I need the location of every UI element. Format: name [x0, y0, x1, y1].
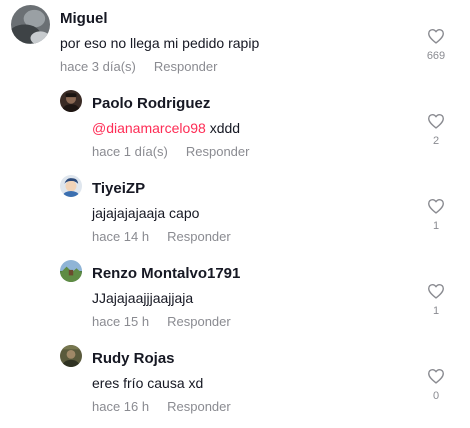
like-button[interactable]: 1: [416, 198, 456, 232]
comment-username[interactable]: Miguel: [60, 10, 108, 27]
comment-body: xddd: [205, 120, 241, 136]
heart-outline-icon: [428, 28, 444, 44]
comment-meta: hace 3 día(s) Responder: [60, 59, 217, 74]
heart-outline-icon: [428, 198, 444, 214]
like-count: 1: [432, 220, 440, 232]
reply-button[interactable]: Responder: [186, 144, 250, 159]
reply-button[interactable]: Responder: [154, 59, 218, 74]
avatar[interactable]: [60, 175, 82, 197]
comment-body: jajajajajaaja capo: [92, 205, 200, 221]
gray-profile-photo-icon: [11, 5, 50, 44]
comment-meta: hace 16 h Responder: [92, 399, 231, 414]
reply-item: Paolo Rodriguez @dianamarcelo98 xddd hac…: [0, 85, 470, 170]
comment-body: por eso no llega mi pedido rapip: [60, 35, 260, 51]
like-button[interactable]: 1: [416, 283, 456, 317]
cartoon-profile-photo-icon: [60, 175, 82, 197]
like-button[interactable]: 0: [416, 368, 456, 402]
reply-item: Renzo Montalvo1791 JJajajaajjjaajjaja ha…: [0, 255, 470, 340]
comment-text: JJajajaajjjaajjaja: [92, 290, 193, 306]
avatar[interactable]: [60, 260, 82, 282]
comment-thread: Miguel por eso no llega mi pedido rapip …: [0, 0, 470, 428]
reply-item: Rudy Rojas eres frío causa xd hace 16 h R…: [0, 340, 470, 428]
comment-timestamp: hace 15 h: [92, 314, 150, 329]
avatar[interactable]: [11, 5, 50, 44]
like-count: 669: [426, 50, 446, 62]
reply-item: TiyeiZP jajajajajaaja capo hace 14 h Resp…: [0, 170, 470, 255]
reply-button[interactable]: Responder: [167, 229, 231, 244]
avatar[interactable]: [60, 90, 82, 112]
dark-profile-photo-icon: [60, 90, 82, 112]
comment-timestamp: hace 16 h: [92, 399, 150, 414]
comment-meta: hace 1 día(s) Responder: [92, 144, 249, 159]
heart-outline-icon: [428, 283, 444, 299]
like-button[interactable]: 2: [416, 113, 456, 147]
like-count: 0: [432, 390, 440, 402]
comment-item: Miguel por eso no llega mi pedido rapip …: [0, 0, 470, 85]
heart-outline-icon: [428, 113, 444, 129]
comment-username[interactable]: Paolo Rodriguez: [92, 95, 210, 112]
comment-text: eres frío causa xd: [92, 375, 203, 391]
comment-timestamp: hace 1 día(s): [92, 144, 168, 159]
comment-meta: hace 15 h Responder: [92, 314, 231, 329]
landscape-profile-photo-icon: [60, 260, 82, 282]
comment-body: eres frío causa xd: [92, 375, 204, 391]
reply-button[interactable]: Responder: [167, 399, 231, 414]
comment-username[interactable]: Rudy Rojas: [92, 350, 175, 367]
comment-timestamp: hace 14 h: [92, 229, 150, 244]
comment-meta: hace 14 h Responder: [92, 229, 231, 244]
avatar[interactable]: [60, 345, 82, 367]
like-count: 1: [432, 305, 440, 317]
comment-username[interactable]: Renzo Montalvo1791: [92, 265, 240, 282]
like-count: 2: [432, 135, 440, 147]
comment-mention[interactable]: @dianamarcelo98: [92, 120, 206, 136]
comment-username[interactable]: TiyeiZP: [92, 180, 145, 197]
comment-text: @dianamarcelo98 xddd: [92, 120, 240, 136]
like-button[interactable]: 669: [416, 28, 456, 62]
heart-outline-icon: [428, 368, 444, 384]
comment-text: jajajajajaaja capo: [92, 205, 199, 221]
comment-text: por eso no llega mi pedido rapip: [60, 35, 259, 51]
reply-button[interactable]: Responder: [167, 314, 231, 329]
olive-profile-photo-icon: [60, 345, 82, 367]
comment-timestamp: hace 3 día(s): [60, 59, 136, 74]
comment-body: JJajajaajjjaajjaja: [92, 290, 194, 306]
